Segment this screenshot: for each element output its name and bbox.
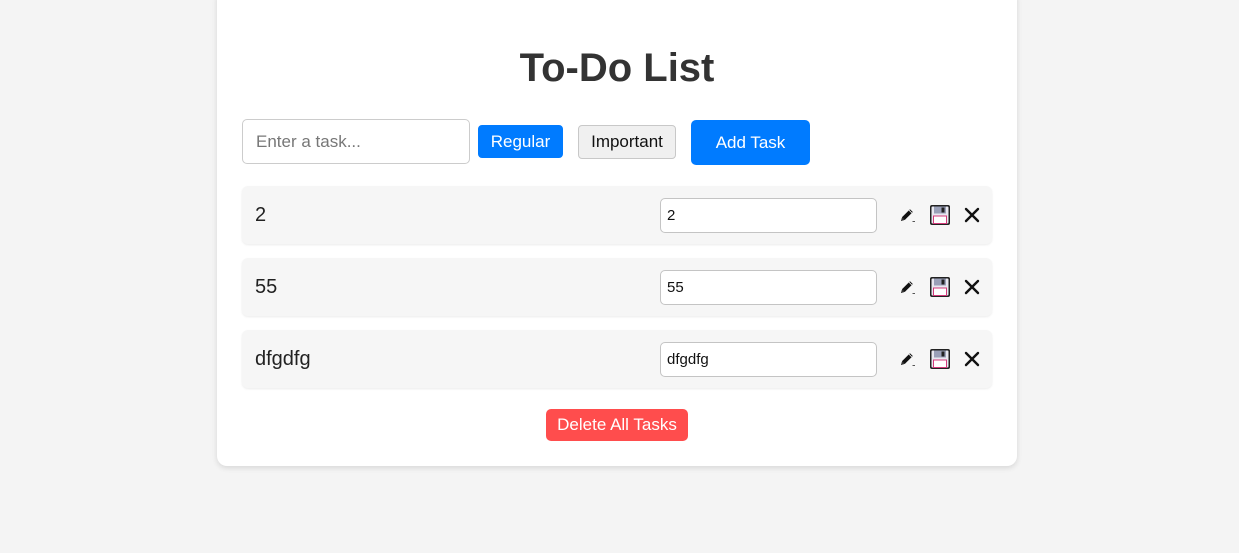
delete-all-tasks-button[interactable]: Delete All Tasks [546,409,688,441]
task-text: 2 [255,204,267,226]
close-icon[interactable] [960,203,984,227]
todo-card: To-Do List Regular Important Add Task 2 [217,0,1017,466]
close-icon[interactable] [960,347,984,371]
task-edit-input[interactable] [660,342,877,377]
task-input[interactable] [242,119,470,164]
floppy-disk-icon[interactable] [928,203,952,227]
page-title: To-Do List [519,46,715,90]
task-text: 55 [255,276,278,298]
task-item: 55 [242,258,992,316]
pencil-icon[interactable] [895,347,919,371]
task-item: 2 [242,186,992,244]
task-text: dfgdfg [255,348,311,370]
add-task-button[interactable]: Add Task [691,120,810,165]
pencil-icon[interactable] [895,275,919,299]
floppy-disk-icon[interactable] [928,275,952,299]
task-edit-input[interactable] [660,198,877,233]
regular-priority-button[interactable]: Regular [478,125,563,158]
task-edit-input[interactable] [660,270,877,305]
close-icon[interactable] [960,275,984,299]
floppy-disk-icon[interactable] [928,347,952,371]
important-priority-button[interactable]: Important [578,125,676,159]
pencil-icon[interactable] [895,203,919,227]
task-item: dfgdfg [242,330,992,388]
